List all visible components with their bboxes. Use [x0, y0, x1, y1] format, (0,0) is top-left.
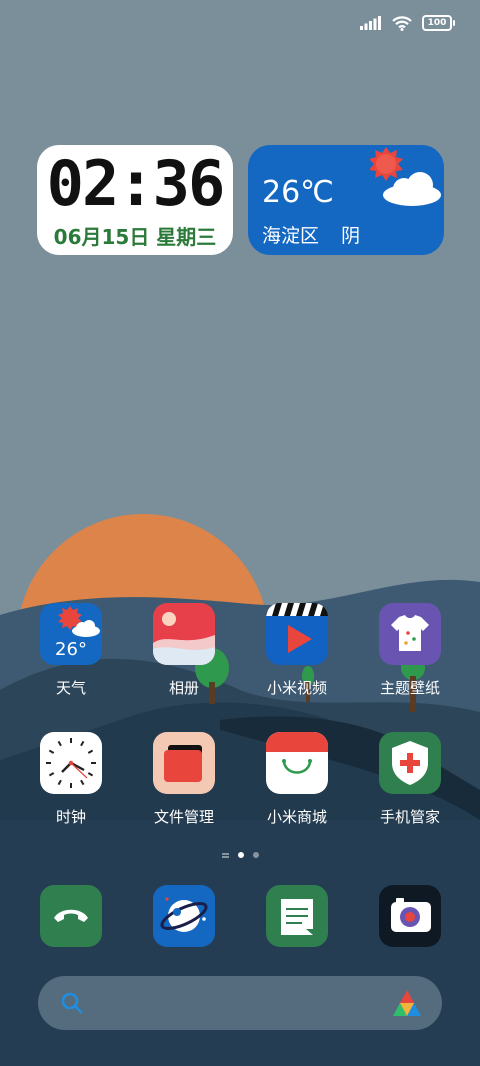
weather-icon: 26° — [40, 603, 102, 665]
dock-camera[interactable] — [360, 885, 460, 947]
app-mi-store[interactable]: 小米商城 — [247, 732, 347, 827]
clock-time: 02:36 — [46, 147, 226, 220]
page-dot-active[interactable] — [237, 852, 244, 858]
weather-location: 海淀区 — [262, 225, 320, 247]
app-file-manager[interactable]: 文件管理 — [134, 732, 234, 827]
app-label: 小米视频 — [266, 679, 327, 697]
app-label: 天气 — [55, 679, 86, 697]
app-clock[interactable]: 时钟 — [21, 732, 121, 827]
clock-date: 06月15日 星期三 — [53, 225, 217, 249]
dock-phone[interactable] — [21, 885, 121, 947]
dock-browser[interactable] — [134, 885, 234, 947]
app-label: 手机管家 — [379, 808, 440, 826]
app-label: 相册 — [168, 679, 199, 697]
dock-messages[interactable] — [247, 885, 347, 947]
video-icon — [266, 603, 328, 665]
status-bar: 100 — [360, 12, 455, 34]
search-bar[interactable] — [38, 976, 442, 1030]
app-label: 文件管理 — [153, 808, 214, 826]
phone-icon — [40, 885, 102, 947]
themes-icon — [379, 603, 441, 665]
page-dot[interactable] — [252, 852, 259, 858]
search-icon[interactable] — [60, 991, 84, 1015]
app-label: 主题壁纸 — [379, 679, 440, 697]
app-gallery[interactable]: 相册 — [134, 603, 234, 698]
weather-app-temp: 26° — [55, 639, 87, 660]
camera-icon — [379, 885, 441, 947]
weather-condition: 阴 — [341, 225, 361, 247]
cloud-icon — [383, 172, 441, 206]
app-themes[interactable]: 主题壁纸 — [360, 603, 460, 698]
clock-widget[interactable]: 02:36 06月15日 星期三 — [37, 145, 233, 255]
page-indicator-home[interactable] — [221, 852, 229, 858]
gallery-icon — [153, 603, 215, 665]
page-indicator[interactable] — [0, 852, 480, 858]
assistant-icon[interactable] — [392, 989, 422, 1017]
app-mi-video[interactable]: 小米视频 — [247, 603, 347, 698]
security-icon — [379, 732, 441, 794]
battery-level: 100 — [427, 17, 447, 28]
messages-icon — [266, 885, 328, 947]
weather-location-line: 海淀区 阴 — [262, 221, 360, 248]
wifi-icon — [392, 15, 412, 31]
sun-icon — [370, 147, 403, 181]
browser-icon — [153, 885, 215, 947]
app-weather[interactable]: 26° 天气 — [21, 603, 121, 698]
app-label: 时钟 — [55, 808, 86, 826]
clock-icon — [40, 732, 102, 794]
app-security[interactable]: 手机管家 — [360, 732, 460, 827]
weather-temperature: 26℃ — [262, 175, 334, 210]
file-manager-icon — [153, 732, 215, 794]
signal-icon — [360, 16, 381, 30]
battery-icon: 100 — [422, 15, 455, 31]
weather-widget[interactable]: 26℃ 海淀区 阴 — [248, 145, 444, 255]
app-label: 小米商城 — [266, 808, 327, 826]
mi-store-icon — [266, 732, 328, 794]
